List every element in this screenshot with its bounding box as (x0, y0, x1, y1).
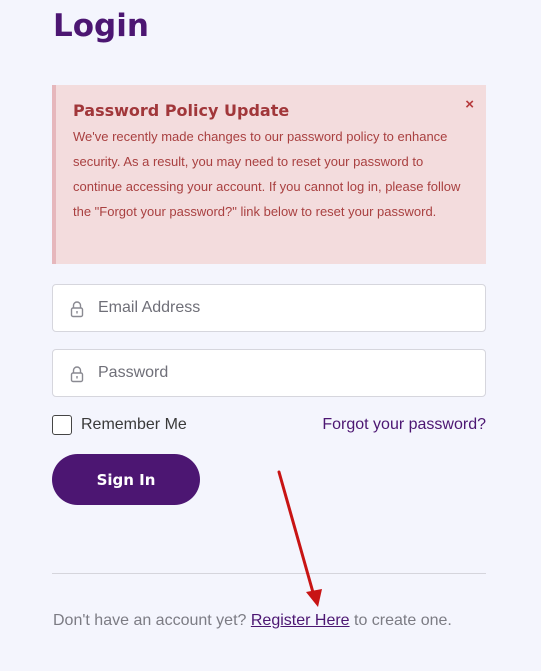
register-prompt: Don't have an account yet? Register Here… (53, 612, 452, 630)
remember-me: Remember Me (52, 415, 187, 435)
divider (52, 573, 486, 574)
lock-icon (70, 301, 84, 318)
email-field (52, 284, 486, 332)
page-title: Login (53, 8, 149, 44)
password-field (52, 349, 486, 397)
sign-in-button[interactable]: Sign In (52, 454, 200, 505)
password-input[interactable] (98, 350, 473, 396)
alert-body: We've recently made changes to our passw… (73, 129, 461, 219)
register-prompt-suffix: to create one. (349, 612, 452, 629)
forgot-password-link[interactable]: Forgot your password? (322, 416, 486, 434)
email-input[interactable] (98, 285, 473, 331)
close-icon[interactable]: × (465, 97, 474, 112)
password-policy-alert: Password Policy Update We've recently ma… (52, 85, 486, 264)
lock-icon (70, 366, 84, 383)
register-prompt-prefix: Don't have an account yet? (53, 612, 251, 629)
register-link[interactable]: Register Here (251, 612, 350, 629)
remember-me-label[interactable]: Remember Me (81, 416, 187, 434)
remember-me-checkbox[interactable] (52, 415, 72, 435)
alert-title: Password Policy Update (73, 101, 290, 120)
